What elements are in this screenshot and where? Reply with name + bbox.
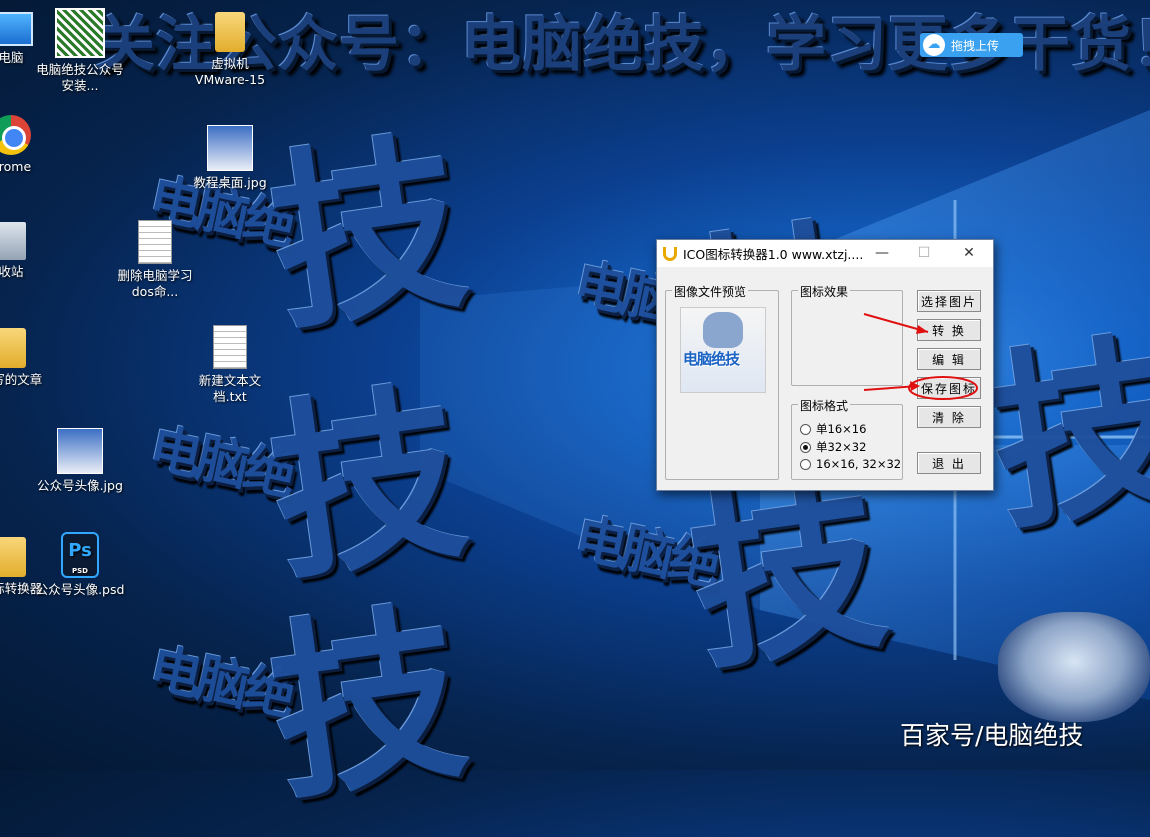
drag-upload-button[interactable]: ☁ 拖拽上传 xyxy=(920,33,1023,57)
exit-button[interactable]: 退 出 xyxy=(917,452,981,474)
format-radio-16-32[interactable]: 16×16, 32×32 xyxy=(800,457,901,471)
desktop-icon-psd[interactable]: Ps PSD 公众号头像.psd xyxy=(35,532,125,598)
format-radio-16[interactable]: 单16×16 xyxy=(800,421,866,437)
desktop-icon-recycle-bin[interactable]: 收站 xyxy=(0,222,56,280)
qr-code-icon xyxy=(55,8,105,58)
desktop-icon-doc-dos[interactable]: 删除电脑学习dos命... xyxy=(110,220,200,300)
radio-icon xyxy=(800,458,811,470)
app-icon xyxy=(0,537,26,577)
preview-group: 图像文件预览 电脑绝技 xyxy=(665,283,779,480)
image-file-icon xyxy=(57,428,103,474)
chrome-icon xyxy=(0,115,31,155)
document-icon xyxy=(138,220,172,264)
recycle-bin-icon xyxy=(0,222,26,260)
red-annotations xyxy=(863,313,978,400)
radio-selected-icon xyxy=(800,441,811,453)
preview-image: 电脑绝技 xyxy=(680,307,766,393)
document-icon xyxy=(213,325,247,369)
maximize-button[interactable]: ☐ xyxy=(902,240,946,267)
photoshop-icon: Ps PSD xyxy=(61,532,99,578)
watermark-big: 技 xyxy=(257,579,477,827)
title-bar[interactable]: ICO图标转换器1.0 www.xtzj.... — ☐ ✕ xyxy=(657,240,993,267)
close-button[interactable]: ✕ xyxy=(947,240,991,267)
image-file-icon xyxy=(207,125,253,171)
desktop-icon-qr[interactable]: 电脑绝技公众号安装... xyxy=(35,8,125,94)
app-logo-icon xyxy=(663,246,677,261)
watermark-big: 技 xyxy=(257,109,477,357)
desktop-icon-articles[interactable]: 体写的文章 xyxy=(0,328,56,388)
mascot-icon xyxy=(703,312,743,348)
desktop-icon-chrome[interactable]: hrome xyxy=(0,115,56,175)
computer-icon xyxy=(0,12,33,46)
desktop-icon-vmware[interactable]: 虚拟机VMware-15 xyxy=(185,12,275,88)
format-radio-32[interactable]: 单32×32 xyxy=(800,439,866,455)
radio-icon xyxy=(800,423,811,435)
desktop-icon-txt[interactable]: 新建文本文档.txt xyxy=(185,325,275,405)
mascot-image xyxy=(998,612,1150,722)
minimize-button[interactable]: — xyxy=(860,240,904,267)
desktop-icon-jpg[interactable]: 教程桌面.jpg xyxy=(185,125,275,191)
window-title: ICO图标转换器1.0 www.xtzj.... xyxy=(683,247,864,262)
desktop-icon-avatar-jpg[interactable]: 公众号头像.jpg xyxy=(35,428,125,494)
folder-icon xyxy=(215,12,245,52)
cloud-upload-icon: ☁ xyxy=(923,34,945,56)
footer-watermark: 百家号/电脑绝技 xyxy=(900,721,1084,750)
folder-icon xyxy=(0,328,26,368)
icon-format-group: 图标格式 单16×16 单32×32 16×16, 32×32 xyxy=(791,397,903,480)
